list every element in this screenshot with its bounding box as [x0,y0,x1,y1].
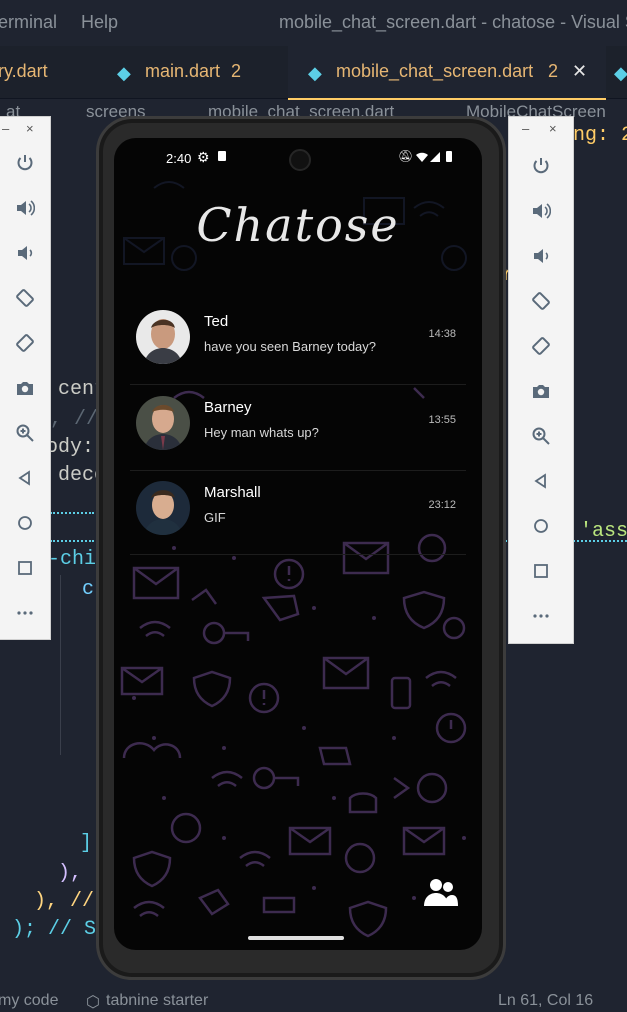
chat-name: Ted [204,313,229,330]
problem-badge: 2 [231,61,242,81]
overview-icon[interactable] [509,551,573,591]
code-line: ody: [46,436,95,459]
dart-icon: ◆ [614,63,627,83]
gesture-bar[interactable] [248,936,344,940]
rotate-right-icon[interactable] [509,326,573,366]
close-button[interactable]: × [26,121,34,136]
close-button[interactable]: × [549,121,557,136]
avatar [136,481,190,535]
emulator-toolbar-right: – × [508,116,574,644]
tab-label: ry.dart [0,61,48,81]
volume-down-icon[interactable] [0,233,50,273]
code-line: ), // [34,890,95,913]
power-icon[interactable] [0,143,50,183]
volume-up-icon[interactable] [0,188,50,228]
zoom-icon[interactable] [509,416,573,456]
settings-icon: ⚙ [197,149,210,165]
tab-mobile-chat-screen[interactable]: ◆ mobile_chat_screen.dart 2 ✕ [288,46,606,100]
chat-last-message: have you seen Barney today? [204,339,377,354]
home-icon[interactable] [0,503,50,543]
dart-icon: ◆ [308,63,322,83]
indent-guide [60,575,61,755]
battery-icon [446,151,452,162]
chat-list-item[interactable]: Barney Hey man whats up? 13:55 [130,382,466,466]
chat-time: 23:12 [428,499,456,511]
window-title: mobile_chat_screen.dart - chatose - Visu… [279,12,627,32]
back-icon[interactable] [509,461,573,501]
contacts-icon[interactable] [424,876,458,910]
rotate-left-icon[interactable] [509,281,573,321]
close-icon[interactable]: ✕ [572,61,587,82]
code-line: ); // S [12,918,97,941]
tab-next[interactable]: ◆ [610,46,627,98]
minimize-button[interactable]: – [2,121,9,136]
menu-terminal[interactable]: erminal [0,12,57,33]
code-line: c [82,578,95,601]
phone-screen: 2:40 ⚙ 🔕︎ Chatose Ted have you seen Barn… [114,138,482,950]
chat-last-message: GIF [204,510,226,525]
tabnine-icon: ⬡ [86,994,100,1011]
chat-name: Marshall [204,484,261,501]
chat-list-item[interactable]: Ted have you seen Barney today? 14:38 [130,296,466,380]
minimize-button[interactable]: – [522,121,529,136]
chat-list-item[interactable]: Marshall GIF 23:12 [130,467,466,551]
tab-label: mobile_chat_screen.dart [336,61,534,81]
mute-icon: 🔕︎ [398,149,414,163]
more-icon[interactable] [0,593,50,633]
chat-name: Barney [204,399,252,416]
wifi-icon [416,152,428,162]
back-icon[interactable] [0,458,50,498]
power-icon[interactable] [509,146,573,186]
squiggle [50,540,94,544]
chat-last-message: Hey man whats up? [204,425,319,440]
avatar [136,396,190,450]
tabnine-status[interactable]: tabnine starter [106,992,208,1010]
tab-label: main.dart [145,61,221,81]
more-icon[interactable] [509,596,573,636]
app-title: Chatose [196,198,400,252]
code-line: -chi [48,548,97,571]
volume-down-icon[interactable] [509,236,573,276]
chat-time: 13:55 [428,414,456,426]
camera-icon[interactable] [0,368,50,408]
tab-main[interactable]: ◆ main.dart 2 [97,46,287,98]
signal-icon [430,152,440,162]
sd-card-icon [218,151,226,161]
tab-story[interactable]: ry.dart [0,46,96,98]
code-line: ), [58,862,83,885]
clock: 2:40 [166,151,192,166]
volume-up-icon[interactable] [509,191,573,231]
editor-tabs: ry.dart ◆ main.dart 2 ◆ mobile_chat_scre… [0,46,627,100]
code-line: ] [80,832,93,855]
camera-icon[interactable] [509,371,573,411]
menu-help[interactable]: Help [81,12,118,33]
chat-time: 14:38 [428,328,456,340]
rotate-right-icon[interactable] [0,323,50,363]
cursor-position[interactable]: Ln 61, Col 16 [498,992,593,1010]
rotate-left-icon[interactable] [0,278,50,318]
problem-badge: 2 [548,61,559,81]
menu-bar: erminal Help mobile_chat_screen.dart - c… [0,0,627,46]
divider [130,554,466,555]
code-line: , // [50,408,99,431]
overview-icon[interactable] [0,548,50,588]
status-item[interactable]: my code [0,992,58,1010]
avatar [136,310,190,364]
status-bar: my code ⬡ tabnine starter Ln 61, Col 16 [0,990,627,1011]
zoom-icon[interactable] [0,413,50,453]
code-line: ng: 2, [573,124,627,147]
front-camera [289,149,311,171]
dart-icon: ◆ [117,63,131,83]
status-bar: 2:40 ⚙ 🔕︎ [114,138,482,178]
home-icon[interactable] [509,506,573,546]
emulator-toolbar-left: – × [0,116,51,640]
squiggle [50,512,94,516]
